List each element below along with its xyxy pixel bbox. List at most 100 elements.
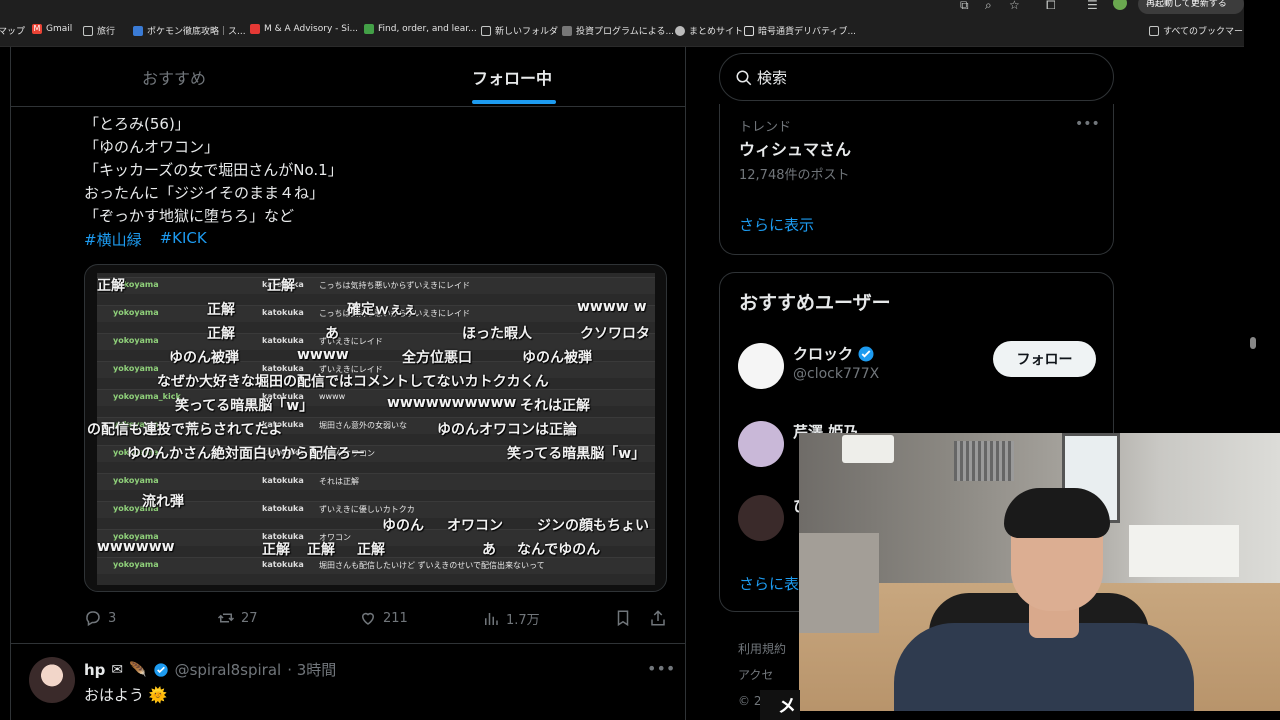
danmaku-comment: ゆのんオワコンは正論	[437, 422, 577, 438]
like-button[interactable]: 211	[359, 609, 408, 627]
room-cabinet	[1129, 525, 1239, 577]
folder-icon	[83, 25, 93, 36]
danmaku-comment: クソワロタ	[580, 326, 650, 342]
bookmark-label: 旅行	[97, 27, 116, 37]
danmaku-comment: の配信も連投で荒らされてたよ	[87, 422, 283, 438]
browser-titlebar: ⧉ ⌕ ☆ ⧠ ☰ 再起動して更新する ⋮	[0, 0, 1244, 29]
author-name[interactable]: hp	[84, 661, 105, 679]
trend-title[interactable]: ウィシュマさん	[739, 136, 851, 160]
search-input[interactable]	[757, 66, 1097, 90]
accessibility-link[interactable]: アクセ	[738, 662, 786, 688]
post-actions: 3 27 211 1.7万	[84, 609, 667, 629]
avatar[interactable]	[738, 495, 784, 541]
avatar[interactable]	[738, 343, 784, 389]
danmaku-comment: 正解	[262, 542, 290, 558]
post-line: おったんに「ジジイそのまま４ね」	[84, 184, 325, 202]
bookmark-matome[interactable]: まとめサイト	[675, 24, 743, 37]
post-line: 「キッカーズの女で堀田さんがNo.1」	[84, 161, 343, 179]
user-name-text: クロック	[793, 345, 854, 363]
scrollbar-thumb[interactable]	[1250, 337, 1256, 349]
chat-user: katokuka	[262, 504, 304, 513]
search-box[interactable]	[719, 53, 1114, 101]
show-more-link[interactable]: さらに表示	[739, 214, 814, 235]
show-more-link[interactable]: さらに表	[739, 573, 799, 594]
chat-user: katokuka	[262, 308, 304, 317]
share-button[interactable]	[649, 609, 667, 627]
feather-emoji-icon: 🪶	[129, 661, 147, 678]
bookmark-label: まとめサイト	[689, 27, 744, 37]
bookmark-all[interactable]: すべてのブックマーク	[1149, 24, 1252, 37]
author-handle[interactable]: @spiral8spiral	[175, 661, 282, 679]
bookmark-icon	[617, 610, 629, 627]
share-icon	[651, 610, 665, 626]
bookmark-gmail[interactable]: M Gmail	[32, 24, 72, 34]
user-name[interactable]: クロック	[793, 343, 875, 364]
danmaku-comment: wwwwwwwwww	[387, 395, 517, 411]
chat-user: yokoyama	[113, 308, 159, 317]
danmaku-comment: ゆのん被弾	[169, 350, 239, 366]
chat-user: yokoyama	[113, 560, 159, 569]
relaunch-label: 再起動して更新する	[1146, 0, 1227, 9]
danmaku-comment: あ	[325, 326, 339, 342]
post-time[interactable]: · 3時間	[287, 659, 336, 680]
zoom-icon[interactable]: ⌕	[985, 0, 992, 13]
avatar[interactable]	[738, 421, 784, 467]
danmaku-comment: 正解	[207, 326, 235, 342]
air-conditioner	[842, 435, 894, 463]
chat-user: katokuka	[262, 336, 304, 345]
suggested-user[interactable]: クロック @clock777X フォロー	[720, 339, 1113, 403]
tab-following[interactable]: フォロー中	[472, 65, 552, 89]
danmaku-comment: wwwwww	[97, 539, 175, 555]
tab-recommended[interactable]: おすすめ	[142, 65, 206, 89]
reply-button[interactable]: 3	[84, 609, 116, 627]
avatar[interactable]	[29, 657, 75, 703]
hashtag-link[interactable]: #KICK	[160, 229, 207, 250]
like-count: 211	[383, 610, 408, 626]
chat-message: それは正解	[319, 477, 359, 486]
danmaku-comment: なぜか大好きな堀田の配信ではコメントしてないカトクカくん	[157, 374, 549, 390]
danmaku-comment: ゆのん	[382, 518, 424, 534]
screenshot-icon[interactable]: ⧉	[960, 0, 969, 13]
chat-user: katokuka	[262, 560, 304, 569]
danmaku-comment: 笑ってる暗黒脳「w」	[507, 446, 646, 462]
chat-user: yokoyama	[113, 476, 159, 485]
follow-button[interactable]: フォロー	[993, 341, 1096, 377]
danmaku-comment: 正解	[307, 542, 335, 558]
chat-screenshot: yokoyama katokuka こっちは気持ち悪いからずいえきにレイド yokoy…	[87, 273, 655, 585]
more-options-icon[interactable]: •••	[1075, 116, 1100, 132]
bookmark-ma-advisory[interactable]: M & A Advisory - Si...	[250, 24, 358, 34]
bookmark-label: M & A Advisory - Si...	[264, 24, 359, 34]
bookmark-pokemon[interactable]: ポケモン徹底攻略｜ス...	[133, 24, 246, 37]
terms-link[interactable]: 利用規約	[738, 636, 786, 662]
views-button[interactable]: 1.7万	[482, 609, 540, 628]
relaunch-button[interactable]: 再起動して更新する ⋮	[1138, 0, 1244, 29]
bookmark-button[interactable]	[614, 609, 632, 627]
chat-row: yokoyama katokuka こっちは気持ち悪いからずいえきにレイド	[97, 277, 655, 294]
bookmark-travel[interactable]: 旅行	[83, 24, 115, 37]
danmaku-comment: wwww	[297, 347, 349, 363]
view-count: 1.7万	[506, 613, 540, 628]
reply-count: 3	[108, 610, 117, 626]
hashtag-link[interactable]: #横山緑	[84, 229, 142, 250]
bookmark-crypto[interactable]: 暗号通貨デリバティブ...	[744, 24, 856, 37]
bookmark-label: Gmail	[46, 24, 73, 34]
post-line: 「ゆのんオワコン」	[84, 138, 220, 156]
bookmark-find-order[interactable]: Find, order, and lear...	[364, 24, 477, 34]
post-media[interactable]: yokoyama katokuka こっちは気持ち悪いからずいえきにレイド yokoy…	[84, 264, 667, 592]
room-vent	[954, 441, 1014, 481]
bookmark-new-folder[interactable]: 新しいフォルダ	[481, 24, 558, 37]
repost-button[interactable]: 27	[217, 609, 258, 627]
post-header: hp ✉ 🪶 @spiral8spiral · 3時間	[84, 659, 336, 680]
site-icon	[364, 24, 374, 34]
more-options-icon[interactable]: •••	[647, 659, 675, 678]
bookmark-label: ポケモン徹底攻略｜ス...	[147, 27, 246, 37]
danmaku-comment: あ	[482, 542, 496, 558]
bottom-overlay-chip: メ	[760, 690, 800, 720]
reading-list-icon[interactable]: ☰	[1087, 0, 1098, 12]
danmaku-comment: 全方位悪口	[402, 350, 472, 366]
bookmark-investment[interactable]: 投資プログラムによる...	[562, 24, 674, 37]
star-icon[interactable]: ☆	[1009, 0, 1020, 12]
bookmark-maps[interactable]: マップ	[0, 24, 25, 37]
profile-avatar[interactable]	[1113, 0, 1127, 10]
extensions-icon[interactable]: ⧠	[1046, 0, 1056, 13]
